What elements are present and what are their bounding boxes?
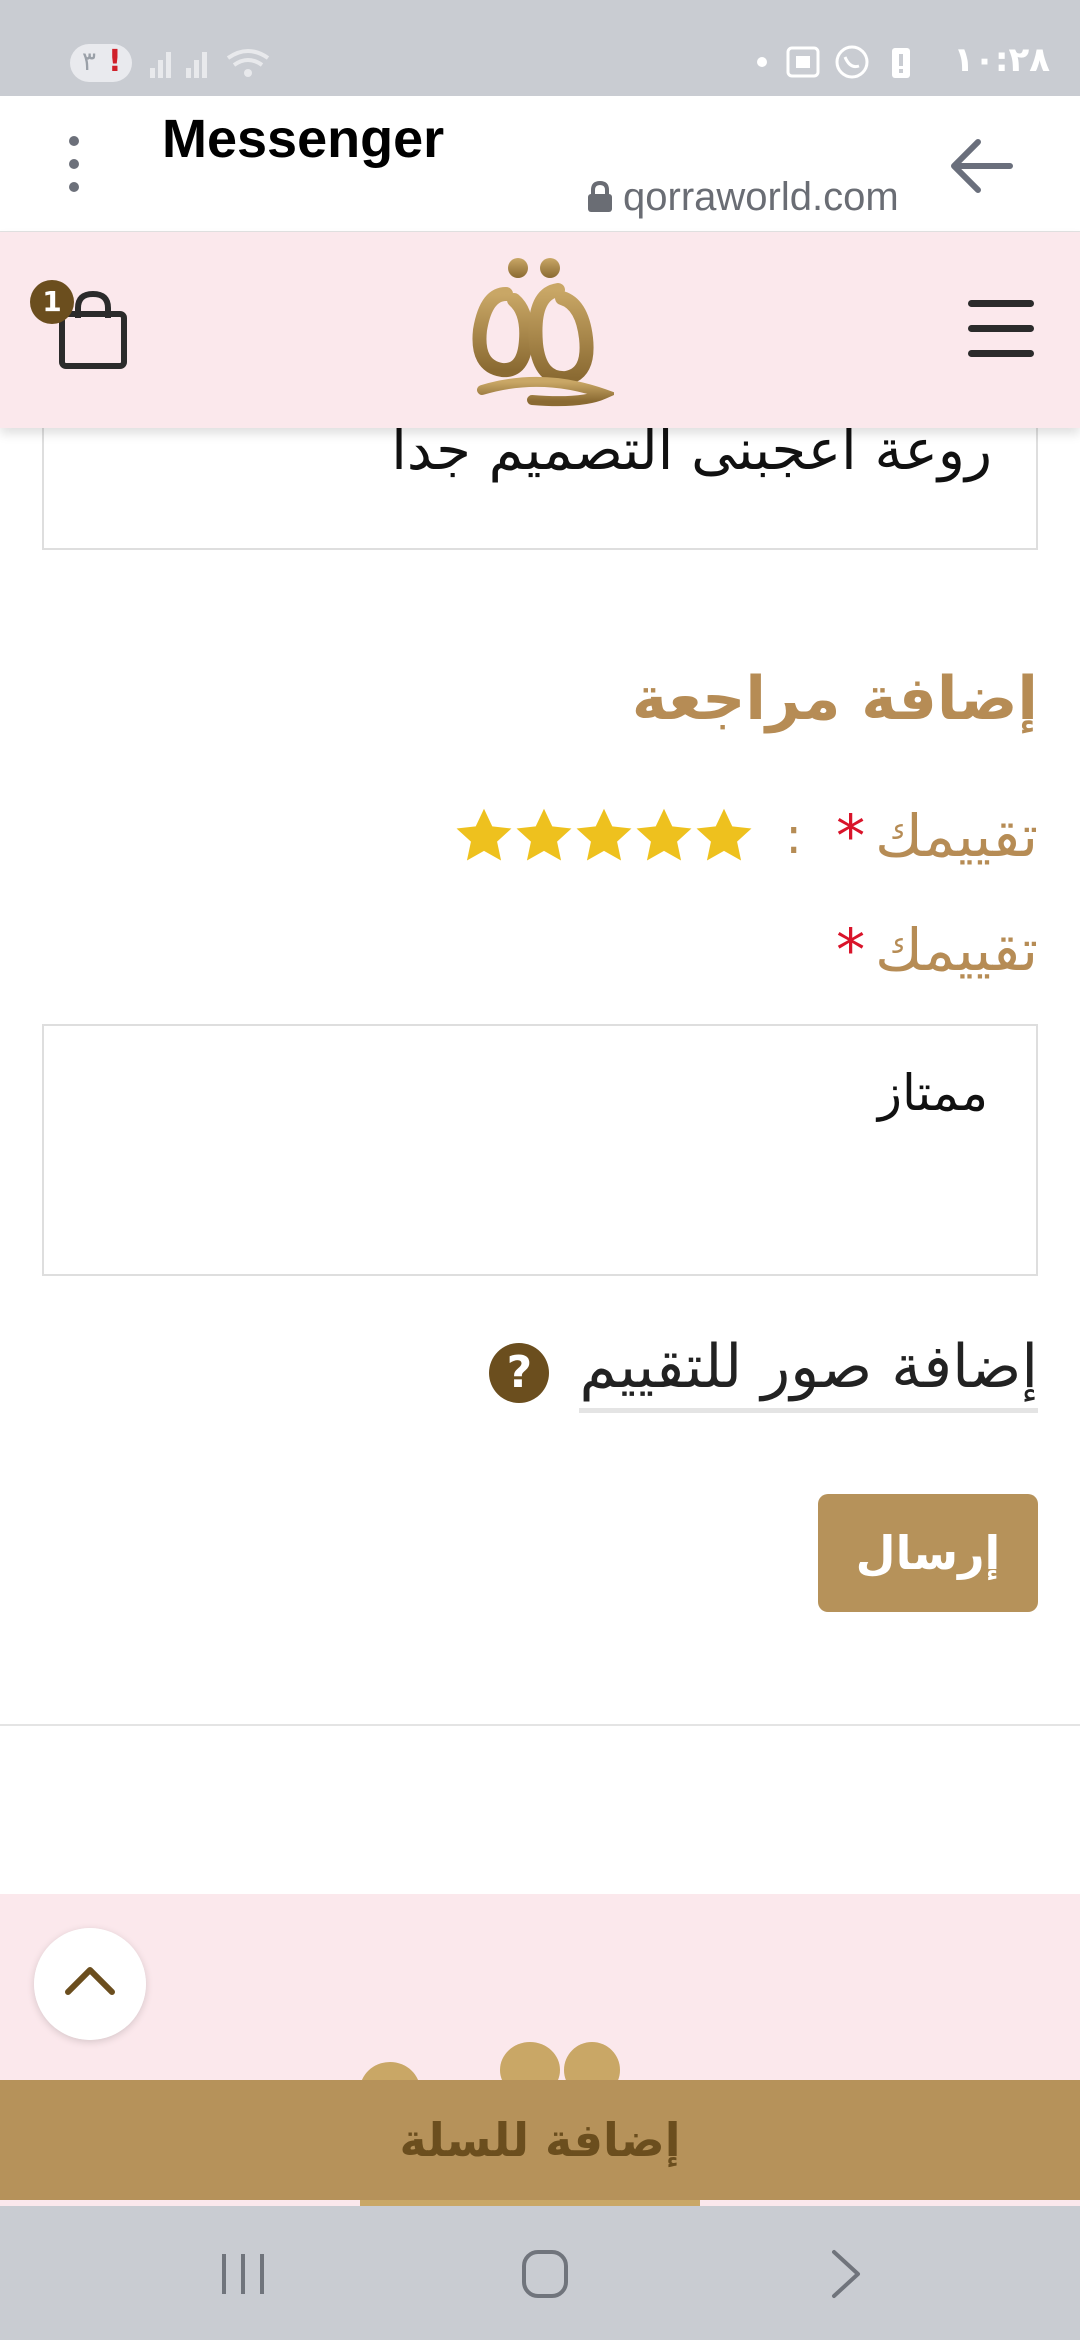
star-rating-input[interactable]	[456, 804, 757, 868]
recent-apps-icon[interactable]	[218, 2250, 268, 2298]
lock-icon	[588, 181, 612, 212]
system-nav-bar	[0, 2206, 1080, 2340]
review-text-value: ممتاز	[877, 1064, 988, 1122]
section-divider	[0, 1724, 1080, 1726]
clock: ١٠:٢٨	[953, 40, 1050, 80]
cart-count-badge: 1	[30, 280, 74, 324]
review-textarea[interactable]: ممتاز	[42, 1024, 1038, 1276]
review-label: تقييمك	[875, 916, 1038, 984]
notification-pill	[70, 44, 132, 82]
add-photos-row: إضافة صور للتقييم ?	[489, 1332, 1038, 1413]
star-icon[interactable]	[571, 804, 637, 868]
browser-title: Messenger	[162, 109, 445, 169]
status-icons	[757, 45, 910, 79]
status-bar: ٣ ! ١٠:٢٨	[0, 0, 1080, 96]
add-to-cart-button[interactable]: إضافة للسلة	[0, 2080, 1080, 2200]
back-chevron-icon[interactable]	[826, 2248, 866, 2300]
star-icon[interactable]	[691, 804, 757, 868]
required-marker: *	[836, 802, 866, 870]
submit-review-button[interactable]: إرسال	[818, 1494, 1038, 1612]
hamburger-menu-icon[interactable]	[968, 300, 1034, 357]
help-circle-icon[interactable]: ?	[489, 1342, 550, 1403]
home-icon[interactable]	[520, 2248, 570, 2300]
site-header: 1	[0, 232, 1080, 428]
rating-colon: :	[785, 807, 803, 865]
star-icon[interactable]	[511, 804, 577, 868]
qorra-logo[interactable]	[462, 254, 614, 414]
scroll-to-top-button[interactable]	[34, 1928, 146, 2040]
alert-icon: !	[108, 44, 122, 79]
rating-label: تقييمك	[875, 802, 1038, 870]
browser-toolbar: Messenger qorraworld.com	[0, 96, 1080, 232]
more-vertical-icon[interactable]	[62, 136, 86, 196]
review-label-row: تقييمك *	[826, 916, 1038, 984]
star-icon[interactable]	[631, 804, 697, 868]
url-text: qorraworld.com	[623, 174, 899, 219]
star-icon[interactable]	[451, 804, 517, 868]
add-review-heading: إضافة مراجعة	[631, 664, 1038, 734]
rating-row: تقييمك * :	[456, 796, 1038, 876]
arrow-left-icon[interactable]	[944, 128, 1020, 204]
required-marker: *	[836, 916, 866, 984]
add-photos-link[interactable]: إضافة صور للتقييم	[579, 1332, 1038, 1413]
signal-wifi-icon	[150, 49, 270, 78]
url-display: qorraworld.com	[585, 174, 899, 220]
notification-count: ٣	[82, 47, 96, 77]
